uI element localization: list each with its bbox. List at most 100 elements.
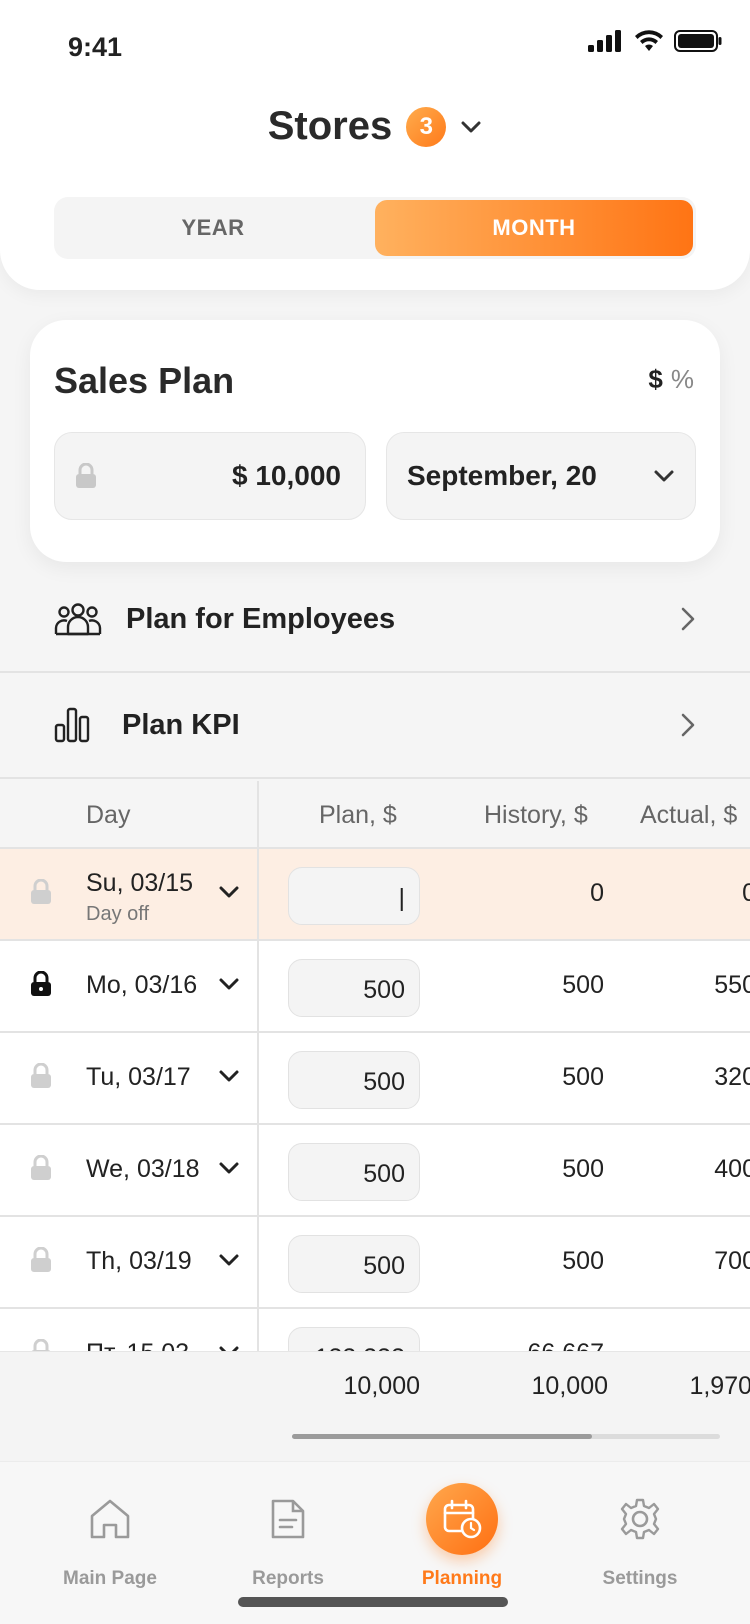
tab-label: Settings (602, 1568, 678, 1589)
total-plan: 10,000 (343, 1372, 420, 1400)
total-history: 10,000 (531, 1372, 608, 1400)
totals-row: 10,000 10,000 1,970 (0, 1351, 750, 1461)
lock-icon (31, 1062, 51, 1088)
row-history: 500 (562, 1155, 604, 1183)
unit-toggle: $% (648, 364, 694, 395)
row-day: Tu, 03/17 (86, 1063, 191, 1091)
unit-dollar[interactable]: $ (648, 364, 662, 394)
row-day: Th, 03/19 (86, 1247, 192, 1275)
row-day-note: Day off (86, 903, 149, 925)
lock-icon (76, 463, 96, 488)
sales-plan-title: Sales Plan (54, 360, 235, 401)
row-actual: 0 (742, 879, 750, 907)
battery-icon (674, 30, 722, 52)
lock-icon (31, 878, 51, 904)
scrollbar-thumb[interactable] (292, 1434, 592, 1439)
segment-month[interactable]: MONTH (375, 200, 693, 256)
table-body: Su, 03/15 Day off | 0 0 Mo, 03/16 500 500 550 Tu,… (0, 849, 750, 1351)
planning-tab-circle (426, 1483, 498, 1555)
calendar-clock-icon (443, 1499, 482, 1539)
row-day: Su, 03/15 (86, 869, 194, 897)
tab-label: Planning (421, 1568, 503, 1589)
plan-kpi-label: Plan KPI (122, 708, 240, 741)
store-selector[interactable]: Stores 3 (0, 104, 750, 149)
chevron-down-icon (219, 1162, 239, 1174)
store-count-badge: 3 (406, 106, 447, 147)
tab-planning[interactable]: Planning (382, 1483, 542, 1590)
tab-main-page[interactable]: Main Page (30, 1484, 190, 1590)
row-plan-input[interactable]: 133,333 (288, 1327, 420, 1351)
row-lock-toggle[interactable] (30, 1154, 52, 1186)
document-icon (271, 1499, 305, 1539)
table-row: Su, 03/15 Day off | 0 0 (0, 849, 750, 941)
row-history: 500 (562, 1063, 604, 1091)
sales-amount-value: $ 10,000 (232, 460, 341, 491)
table-row: Tu, 03/17 500 500 320 (0, 1033, 750, 1125)
chevron-down-icon (219, 1254, 239, 1266)
table-row: Пт, 15.03 133,333 66,667 (0, 1309, 750, 1351)
home-indicator (238, 1597, 508, 1607)
row-history: 500 (562, 971, 604, 999)
row-history: 0 (590, 879, 604, 907)
plan-for-employees-label: Plan for Employees (126, 602, 396, 635)
column-header-actual: Actual, $ (640, 801, 738, 829)
unit-percent[interactable]: % (671, 364, 694, 394)
tab-settings[interactable]: Settings (560, 1484, 720, 1590)
lock-icon (31, 970, 51, 996)
page-title: Stores (267, 104, 393, 148)
status-icons (588, 30, 722, 52)
bar-chart-icon (54, 707, 90, 743)
chevron-right-icon (681, 607, 695, 631)
row-lock-toggle[interactable] (30, 1338, 52, 1351)
row-actual: 700 (714, 1247, 750, 1275)
row-lock-toggle[interactable] (30, 970, 52, 1002)
plan-for-employees-row[interactable]: Plan for Employees (0, 567, 750, 673)
lock-icon (31, 1154, 51, 1180)
gear-icon (620, 1498, 660, 1540)
row-plan-input[interactable]: 500 (288, 1235, 420, 1293)
row-day: Mo, 03/16 (86, 971, 198, 999)
row-actual: 550 (714, 971, 750, 999)
tab-label: Main Page (63, 1568, 157, 1589)
row-plan-input[interactable]: 500 (288, 1051, 420, 1109)
sales-amount-field[interactable]: $ 10,000 (54, 432, 366, 520)
wifi-icon (635, 30, 663, 51)
row-history: 66,667 (528, 1339, 604, 1351)
chevron-down-icon (654, 470, 674, 482)
row-plan-input[interactable]: 500 (288, 959, 420, 1017)
people-icon (54, 603, 102, 636)
row-expand-toggle[interactable] (218, 1069, 240, 1088)
lock-icon (31, 1246, 51, 1272)
chevron-down-icon (219, 978, 239, 990)
plan-kpi-row[interactable]: Plan KPI (0, 673, 750, 779)
row-actual: 320 (714, 1063, 750, 1091)
row-history: 500 (562, 1247, 604, 1275)
month-select[interactable]: September, 20 (386, 432, 696, 520)
row-plan-input[interactable]: 500 (288, 1143, 420, 1201)
row-day: Пт, 15.03 (86, 1339, 189, 1351)
row-plan-input[interactable]: | (288, 867, 420, 925)
tab-label: Reports (252, 1568, 324, 1589)
row-lock-toggle[interactable] (30, 878, 52, 910)
row-expand-toggle[interactable] (218, 1253, 240, 1272)
segment-year[interactable]: YEAR (54, 197, 372, 259)
row-day: We, 03/18 (86, 1155, 200, 1183)
daily-plan-table: Day Plan, $ History, $ Actual, $ Su, 03/… (0, 781, 750, 1351)
home-icon (90, 1499, 130, 1539)
tab-reports[interactable]: Reports (208, 1484, 368, 1590)
column-header-plan: Plan, $ (319, 801, 397, 829)
total-actual: 1,970 (689, 1372, 750, 1400)
signal-icon (588, 30, 621, 52)
chevron-down-icon (219, 1070, 239, 1082)
row-expand-toggle[interactable] (218, 885, 240, 904)
horizontal-scrollbar[interactable] (292, 1434, 720, 1439)
row-lock-toggle[interactable] (30, 1062, 52, 1094)
row-expand-toggle[interactable] (218, 1161, 240, 1180)
row-expand-toggle[interactable] (218, 977, 240, 996)
month-select-value: September, 20 (407, 460, 597, 491)
row-lock-toggle[interactable] (30, 1246, 52, 1278)
table-row: We, 03/18 500 500 400 (0, 1125, 750, 1217)
status-time: 9:41 (68, 32, 123, 62)
chevron-down-icon (219, 886, 239, 898)
lock-icon (31, 1338, 51, 1351)
